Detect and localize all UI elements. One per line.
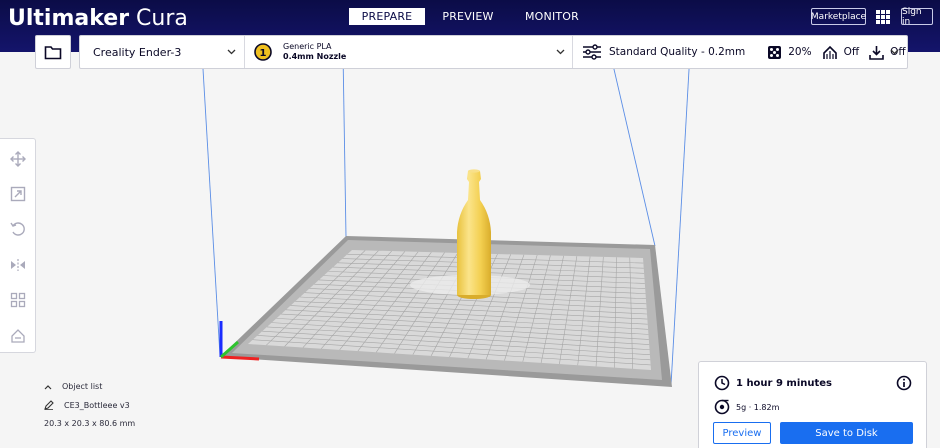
- signin-button[interactable]: Sign in: [901, 7, 933, 27]
- rotate-icon: [10, 222, 25, 236]
- transform-toolbar: [0, 138, 36, 353]
- bottle-model: [457, 169, 491, 299]
- chevron-down-icon: [556, 49, 565, 55]
- mirror-icon: [11, 259, 25, 271]
- marketplace-button[interactable]: Marketplace: [811, 8, 866, 25]
- app-logo: Ultimaker Cura: [8, 6, 188, 31]
- scale-icon: [10, 186, 26, 202]
- print-settings-selector[interactable]: Standard Quality - 0.2mm 20% Off Off: [582, 36, 907, 68]
- extruder-badge-icon: 1: [254, 43, 272, 61]
- printer-settings-bar: Creality Ender-3 1 Generic PLA 0.4mm Noz…: [79, 35, 908, 69]
- printer-name: Creality Ender-3: [93, 45, 182, 59]
- mirror-tool[interactable]: [9, 256, 27, 274]
- preview-button[interactable]: Preview: [713, 422, 771, 444]
- print-time: 1 hour 9 minutes: [736, 377, 833, 389]
- support-value: Off: [843, 46, 860, 58]
- tab-prepare[interactable]: PREPARE: [349, 8, 425, 25]
- support-blocker-tool[interactable]: [9, 327, 27, 345]
- infill-value: 20%: [788, 46, 812, 58]
- spool-icon: [714, 399, 730, 415]
- material-usage: 5g · 1.82m: [736, 402, 780, 412]
- quality-profile: Standard Quality - 0.2mm: [609, 46, 746, 58]
- chevron-down-icon: [227, 49, 236, 55]
- chevron-down-icon: [890, 49, 899, 55]
- object-list-header: Object list: [62, 382, 103, 391]
- pencil-icon[interactable]: [44, 400, 54, 410]
- adhesion-icon: [869, 45, 884, 60]
- print-summary-panel: 1 hour 9 minutes 5g · 1.82m Preview Save…: [698, 361, 927, 448]
- svg-text:1: 1: [260, 48, 267, 59]
- object-dimensions: 20.3 x 20.3 x 80.6 mm: [44, 419, 136, 428]
- support-icon: [822, 45, 837, 59]
- apps-grid-icon[interactable]: [876, 10, 890, 24]
- folder-icon: [44, 45, 62, 59]
- tab-monitor[interactable]: MONITOR: [511, 8, 593, 25]
- printer-selector[interactable]: Creality Ender-3: [93, 36, 243, 68]
- rotate-tool[interactable]: [9, 220, 27, 238]
- save-to-disk-button[interactable]: Save to Disk: [780, 422, 913, 444]
- sliders-icon: [583, 44, 601, 60]
- per-model-settings-tool[interactable]: [9, 291, 27, 309]
- move-tool[interactable]: [9, 150, 27, 168]
- material-name: Generic PLA: [283, 42, 332, 51]
- support-blocker-icon: [11, 329, 25, 343]
- info-icon[interactable]: [896, 375, 912, 391]
- chevron-up-icon: [44, 384, 52, 389]
- stage-tabs: PREPARE PREVIEW MONITOR: [349, 8, 593, 25]
- clock-icon: [714, 375, 730, 391]
- per-model-settings-icon: [10, 292, 26, 308]
- object-name: CE3_Bottleee v3: [64, 400, 130, 410]
- infill-icon: [768, 45, 782, 59]
- move-icon: [10, 151, 26, 167]
- scale-tool[interactable]: [9, 185, 27, 203]
- material-selector[interactable]: 1 Generic PLA 0.4mm Nozzle: [253, 36, 563, 68]
- object-list-panel: Object list CE3_Bottleee v3 20.3 x 20.3 …: [44, 382, 135, 428]
- tab-preview[interactable]: PREVIEW: [425, 8, 511, 25]
- open-file-button[interactable]: [35, 35, 71, 69]
- object-list-toggle[interactable]: Object list: [44, 382, 135, 391]
- nozzle-size: 0.4mm Nozzle: [283, 52, 347, 61]
